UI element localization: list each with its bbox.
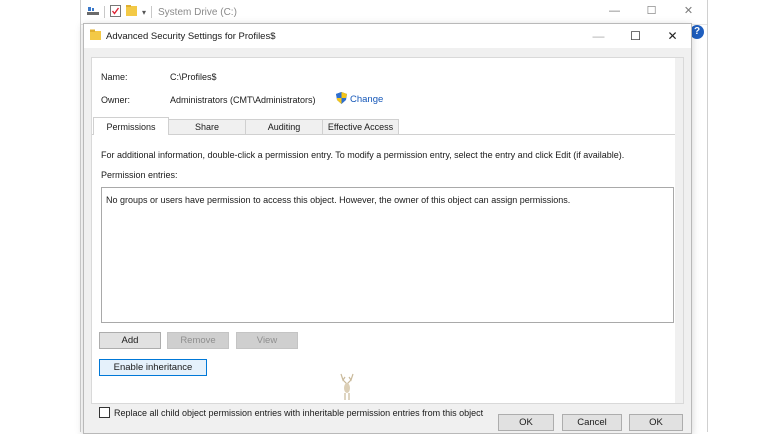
owner-label: Owner: <box>101 95 131 105</box>
ok-button[interactable]: OK <box>498 414 554 431</box>
dialog-window-controls: — ☐ ✕ <box>580 24 691 48</box>
minimize-button[interactable]: — <box>596 0 633 24</box>
dialog-titlebar: Advanced Security Settings for Profiles$… <box>84 24 691 48</box>
dialog-title: Advanced Security Settings for Profiles$ <box>106 30 276 42</box>
folder-icon <box>90 29 101 43</box>
settings-panel: Name: C:\Profiles$ Owner: Administrators… <box>91 57 684 404</box>
change-owner-link[interactable]: Change <box>336 92 383 107</box>
panel-scrollbar[interactable] <box>675 58 683 403</box>
replace-child-permissions-label: Replace all child object permission entr… <box>114 407 484 418</box>
view-button[interactable]: View <box>236 332 298 349</box>
dialog-minimize-button[interactable]: — <box>580 24 617 48</box>
dialog-close-button[interactable]: ✕ <box>654 24 691 48</box>
cancel-button[interactable]: Cancel <box>562 414 622 431</box>
properties-icon[interactable] <box>110 4 121 20</box>
info-text: For additional information, double-click… <box>101 150 625 160</box>
name-label: Name: <box>101 72 128 82</box>
permission-entries-list[interactable]: No groups or users have permission to ac… <box>101 187 674 323</box>
toolbar-divider <box>151 6 153 18</box>
add-button[interactable]: Add <box>99 332 161 349</box>
new-folder-icon[interactable] <box>126 5 137 19</box>
close-button[interactable]: ✕ <box>670 0 707 24</box>
toolbar-divider <box>104 6 105 18</box>
permission-entries-label: Permission entries: <box>101 170 178 180</box>
quick-access-toolbar: ▾ <box>87 4 153 20</box>
tab-permissions[interactable]: Permissions <box>93 117 169 135</box>
dropdown-icon[interactable]: ▾ <box>142 8 146 17</box>
dialog-maximize-button[interactable]: ☐ <box>617 24 654 48</box>
shield-icon <box>336 92 347 107</box>
explorer-title: System Drive (C:) <box>158 6 237 18</box>
replace-child-permissions-row[interactable]: Replace all child object permission entr… <box>99 407 483 418</box>
tab-auditing[interactable]: Auditing <box>245 119 323 135</box>
apply-button[interactable]: OK <box>629 414 683 431</box>
tab-effective-access[interactable]: Effective Access <box>322 119 399 135</box>
tab-divider <box>92 134 683 135</box>
tab-share[interactable]: Share <box>168 119 246 135</box>
advanced-security-dialog: Advanced Security Settings for Profiles$… <box>83 23 692 434</box>
explorer-window-controls: — ☐ ✕ <box>596 0 707 24</box>
remove-button[interactable]: Remove <box>167 332 229 349</box>
replace-child-permissions-checkbox[interactable] <box>99 407 110 418</box>
maximize-button[interactable]: ☐ <box>633 0 670 24</box>
help-icon[interactable]: ? <box>690 25 704 39</box>
enable-inheritance-button[interactable]: Enable inheritance <box>99 359 207 376</box>
tab-strip: Permissions Share Auditing Effective Acc… <box>92 117 399 135</box>
drive-icon[interactable] <box>87 6 99 19</box>
name-value: C:\Profiles$ <box>170 72 217 82</box>
owner-value: Administrators (CMT\Administrators) <box>170 95 316 105</box>
stag-logo-icon <box>337 372 357 402</box>
change-link-label: Change <box>350 94 384 105</box>
explorer-titlebar: ▾ System Drive (C:) — ☐ ✕ <box>81 0 707 25</box>
empty-permissions-message: No groups or users have permission to ac… <box>106 195 571 205</box>
